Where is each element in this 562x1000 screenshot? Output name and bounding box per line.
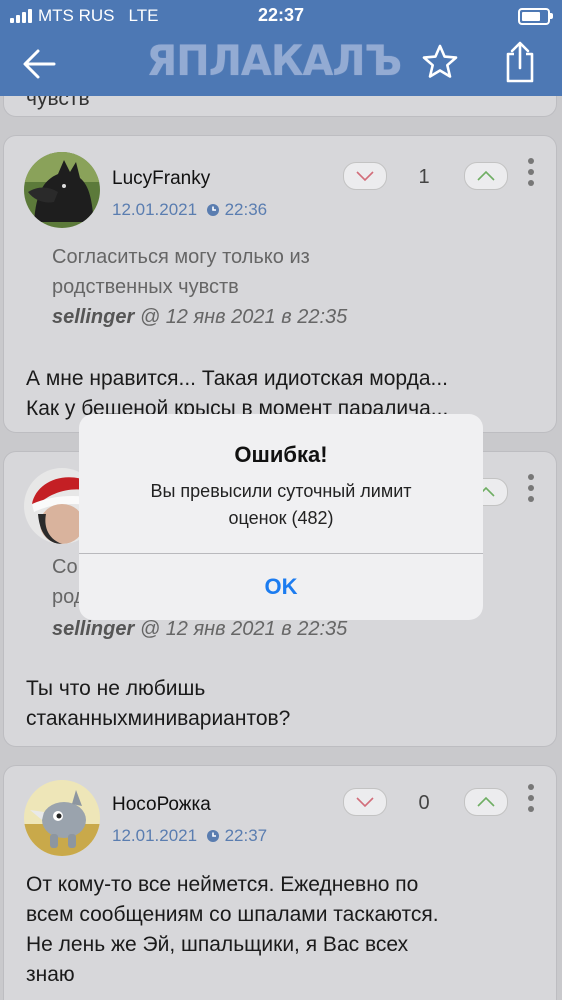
modal-overlay: Ошибка! Вы превысили суточный лимит оцен… [0, 0, 562, 1000]
error-alert-dialog: Ошибка! Вы превысили суточный лимит оцен… [79, 414, 483, 620]
alert-title: Ошибка! [234, 442, 328, 467]
alert-message: Вы превысили суточный лимит оценок (482) [150, 481, 412, 528]
ok-button[interactable]: OK [79, 554, 483, 620]
